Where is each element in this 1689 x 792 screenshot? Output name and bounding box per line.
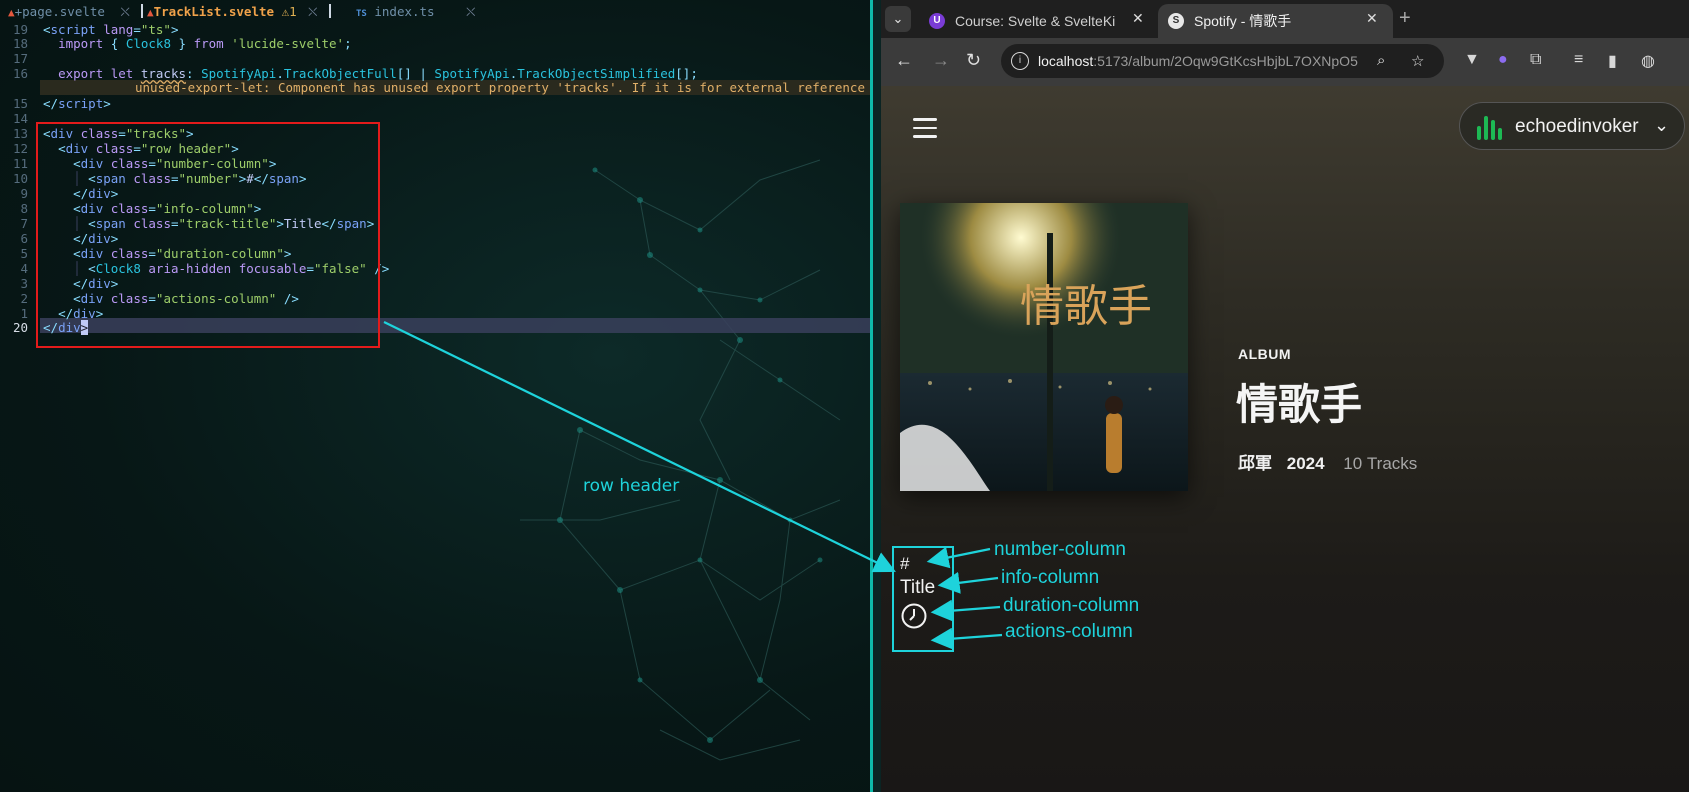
album-track-count: 10 Tracks: [1343, 454, 1418, 473]
typescript-icon: TS: [356, 9, 367, 19]
line-number: 2: [20, 291, 28, 306]
page-viewport: echoedinvoker ⌄ 情歌手 ALBUM 情歌手 邱軍 2024 10…: [881, 86, 1689, 792]
line-number: 9: [20, 186, 28, 201]
line-number: 13: [12, 126, 28, 141]
address-bar[interactable]: i localhost:5173/album/2Oqw9GtKcsHbjbL7O…: [1001, 44, 1444, 78]
close-icon[interactable]: ⛌: [120, 4, 129, 19]
vue-devtools-icon[interactable]: ▼: [1464, 51, 1480, 69]
background-network-graphic: [520, 159, 841, 761]
warning-icon: ⚠: [281, 4, 290, 19]
pane-divider-shadow: [873, 0, 881, 792]
tab-tracklist-svelte[interactable]: ▲TrackList.svelte ⚠1 ⛌: [137, 4, 335, 20]
browser-window: ⌄ U Course: Svelte & SvelteKi ✕ S Spotif…: [881, 0, 1689, 792]
album-cover-art: 情歌手: [900, 203, 1188, 491]
close-icon[interactable]: ⛌: [308, 4, 317, 19]
zoom-icon[interactable]: ⌕: [1377, 52, 1385, 69]
tab-active-indicator: [141, 4, 143, 18]
extension-cat-icon[interactable]: ●: [1498, 51, 1508, 69]
actions-column-annotation: actions-column: [1005, 621, 1133, 642]
back-icon[interactable]: ←: [895, 50, 913, 71]
media-queue-icon[interactable]: ≡: [1574, 51, 1583, 69]
new-tab-button[interactable]: +: [1399, 7, 1411, 30]
row-header-annotation: row header: [583, 476, 680, 496]
duration-column-annotation: duration-column: [1003, 595, 1140, 616]
diagnostic-message: unused-export-let: Component has unused …: [135, 80, 870, 95]
tab-label: TrackList.svelte: [153, 4, 275, 19]
user-menu-button[interactable]: echoedinvoker ⌄: [1459, 102, 1685, 150]
code-line: <script lang="ts">: [43, 22, 179, 37]
svelte-favicon-icon: S: [1168, 13, 1184, 29]
line-number: 3: [20, 276, 28, 291]
line-number-current: 20: [12, 320, 28, 335]
editor-tab-bar: ▲+page.svelte ⛌ ▲TrackList.svelte ⚠1 ⛌ T…: [0, 0, 870, 22]
album-artist[interactable]: 邱軍: [1238, 454, 1272, 473]
tab-title: Course: Svelte & SvelteKi: [955, 13, 1116, 29]
tab-label: index.ts: [374, 4, 435, 19]
album-meta: 邱軍 2024 10 Tracks: [1238, 449, 1417, 474]
user-name: echoedinvoker: [1515, 116, 1639, 137]
highlight-box: [36, 122, 380, 348]
url-text: localhost:5173/album/2Oqw9GtKcsHbjbL7OXN…: [1038, 53, 1358, 69]
menu-icon[interactable]: [913, 118, 937, 144]
line-number: 8: [20, 201, 28, 216]
close-icon[interactable]: ✕: [1366, 10, 1378, 27]
line-number: 17: [12, 51, 28, 66]
album-year: 2024: [1286, 454, 1325, 473]
tab-label: +page.svelte: [14, 4, 105, 19]
side-panel-icon[interactable]: ▮: [1608, 51, 1617, 71]
reload-icon[interactable]: ↻: [966, 50, 981, 71]
line-number: 4: [20, 261, 28, 276]
track-title-header: Title: [900, 577, 936, 598]
close-icon[interactable]: ⛌: [466, 4, 475, 19]
close-icon[interactable]: ✕: [1132, 10, 1144, 27]
tab-page-svelte[interactable]: ▲+page.svelte ⛌: [8, 4, 130, 20]
star-icon[interactable]: ☆: [1411, 52, 1424, 70]
chevron-down-icon: ⌄: [892, 11, 904, 26]
album-cover: 情歌手: [900, 203, 1188, 491]
line-number: 16: [12, 66, 28, 81]
album-cover-text: 情歌手: [1020, 281, 1152, 332]
svelte-icon: ▲: [147, 6, 154, 19]
extensions-puzzle-icon[interactable]: ⧉: [1530, 51, 1541, 69]
line-number: 18: [12, 36, 28, 51]
browser-tab-strip: ⌄ U Course: Svelte & SvelteKi ✕ S Spotif…: [881, 0, 1689, 38]
line-number: 7: [20, 216, 28, 231]
browser-tab-spotify[interactable]: S Spotify - 情歌手: [1158, 4, 1393, 38]
tab-index-ts[interactable]: TS index.ts ⛌: [356, 4, 475, 20]
site-info-icon[interactable]: i: [1011, 52, 1029, 70]
album-type-label: ALBUM: [1238, 346, 1292, 362]
clock-icon: [901, 603, 927, 629]
line-number: 14: [12, 111, 28, 126]
line-number: 19: [12, 22, 28, 37]
line-number: 15: [12, 96, 28, 111]
line-number: 1: [20, 306, 28, 321]
chevron-down-icon: ⌄: [1654, 115, 1670, 135]
browser-toolbar: ← → ↻ i localhost:5173/album/2Oqw9GtKcsH…: [881, 38, 1689, 86]
line-number: 12: [12, 141, 28, 156]
track-number-header: #: [900, 554, 910, 573]
code-line: export let tracks: SpotifyApi.TrackObjec…: [58, 66, 698, 81]
tab-search-button[interactable]: ⌄: [885, 6, 911, 32]
tab-title: Spotify - 情歌手: [1194, 13, 1292, 29]
info-column-annotation: info-column: [1001, 567, 1100, 588]
spotify-bars-icon: [1477, 116, 1502, 140]
cursor-icon: [329, 4, 332, 18]
code-editor: ▲+page.svelte ⛌ ▲TrackList.svelte ⚠1 ⛌ T…: [0, 0, 870, 792]
number-column-annotation: number-column: [994, 539, 1126, 560]
code-line: </script>: [43, 96, 111, 111]
line-number: 6: [20, 231, 28, 246]
warning-count: 1: [289, 4, 297, 19]
line-number: 5: [20, 246, 28, 261]
profile-avatar-icon[interactable]: ◍: [1641, 51, 1655, 71]
udemy-icon: U: [929, 13, 945, 29]
code-line: import { Clock8 } from 'lucide-svelte';: [58, 36, 352, 51]
line-number: 11: [12, 156, 28, 171]
forward-icon[interactable]: →: [932, 50, 950, 71]
line-number: 10: [12, 171, 28, 186]
svelte-icon: ▲: [8, 6, 15, 19]
album-title: 情歌手: [1236, 381, 1363, 428]
